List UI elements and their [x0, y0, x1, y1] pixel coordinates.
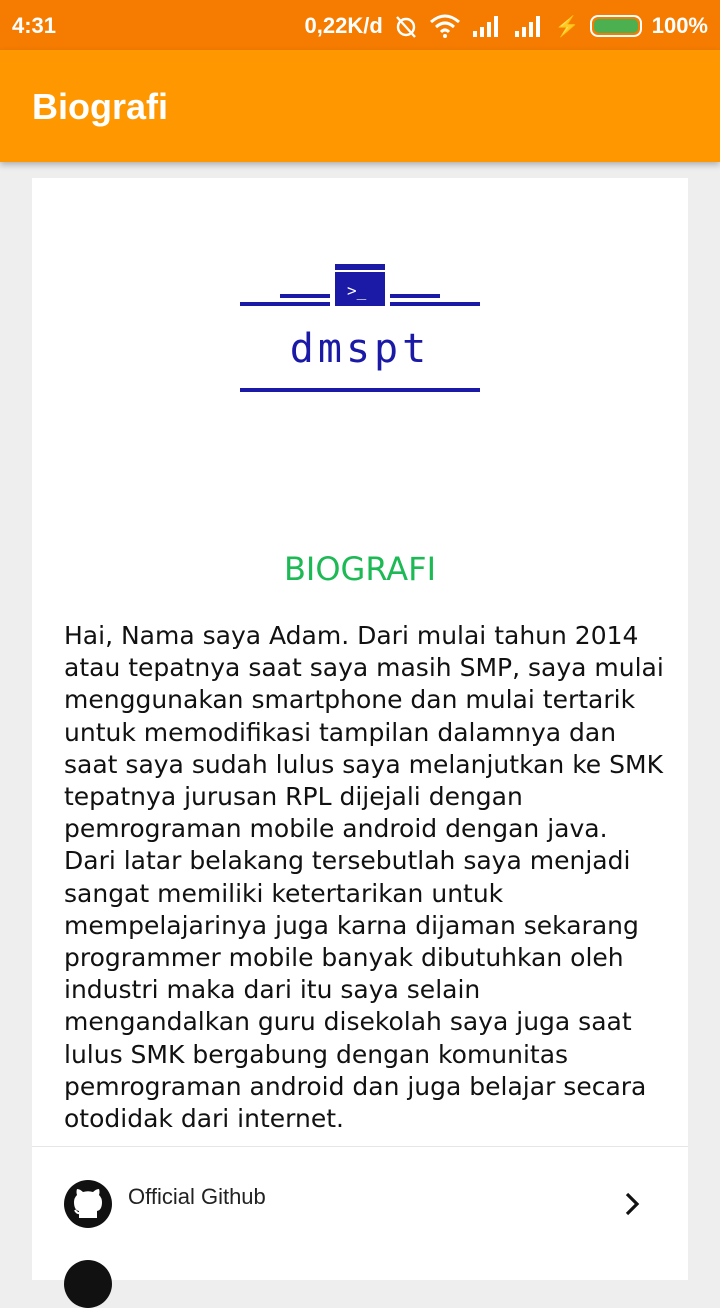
biography-card: >_ dmspt BIOGRAFI Hai, Nama saya Adam. D…	[32, 178, 688, 1280]
page-title: Biografi	[32, 86, 169, 127]
status-time: 4:31	[12, 13, 57, 38]
status-icons: 0,22K/d ⚡ 100%	[305, 13, 708, 39]
dmspt-logo: >_ dmspt	[240, 264, 480, 392]
bio-text: Hai, Nama saya Adam. Dari mulai tahun 20…	[64, 621, 664, 1134]
logo-text: dmspt	[290, 326, 430, 372]
logo-glyph: >_	[347, 281, 367, 300]
network-speed: 0,22K/d	[304, 13, 383, 38]
github-link-label: Official Github	[128, 1184, 266, 1209]
bio-heading: BIOGRAFI	[283, 550, 437, 588]
battery-percent: 100%	[651, 13, 708, 38]
divider	[32, 1146, 688, 1147]
next-link-icon	[64, 1260, 112, 1308]
alarm-off-icon	[395, 16, 416, 38]
github-link-row[interactable]: Official Github	[32, 1168, 688, 1232]
github-icon	[64, 1180, 112, 1228]
status-bar: 4:31 0,22K/d ⚡ 100%	[0, 0, 720, 50]
signal-icon	[472, 16, 498, 37]
charging-icon: ⚡	[554, 15, 580, 38]
app-bar: Biografi	[0, 50, 720, 162]
wifi-icon	[429, 14, 460, 38]
signal-icon	[514, 16, 540, 37]
chevron-right-icon	[625, 1192, 640, 1216]
battery-icon	[589, 15, 642, 37]
